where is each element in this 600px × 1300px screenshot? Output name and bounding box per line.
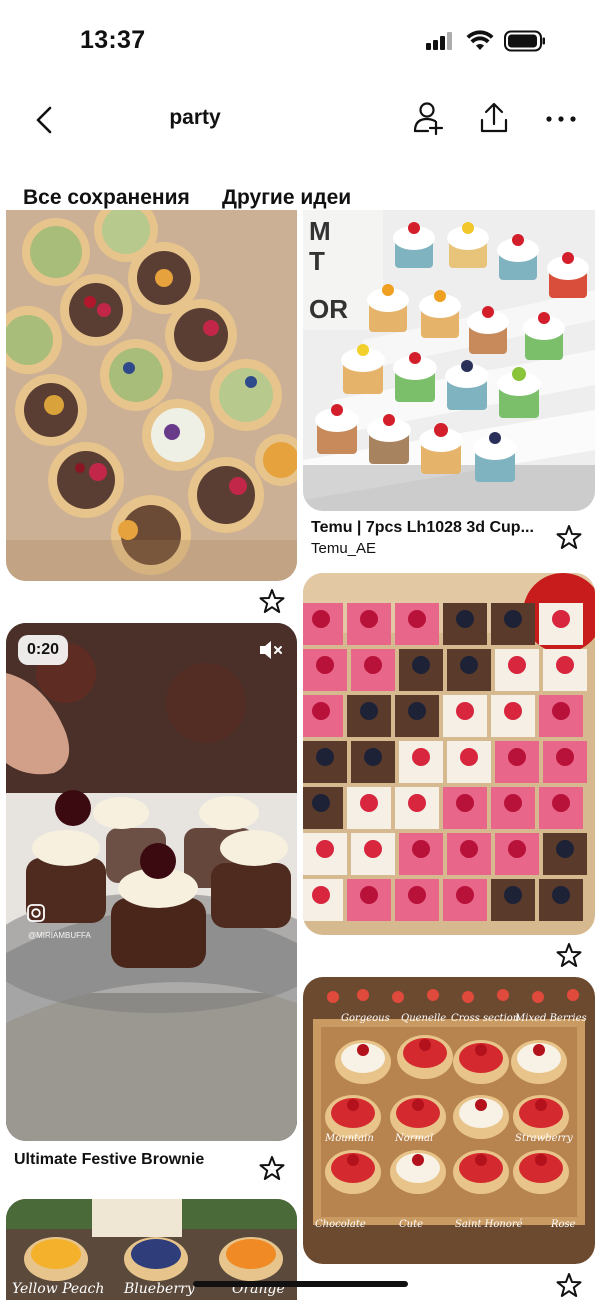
svg-text:M: M: [309, 216, 331, 246]
pin-subtitle[interactable]: Temu_AE: [311, 540, 376, 557]
star-icon[interactable]: [556, 524, 582, 550]
pin-cupcakes[interactable]: M T OR: [303, 210, 595, 511]
tart-label: Saint Honoré: [455, 1219, 523, 1230]
star-icon[interactable]: [259, 588, 285, 614]
mini-cakes-image: [303, 573, 595, 935]
status-bar: 13:37: [0, 0, 600, 80]
add-person-icon[interactable]: [412, 100, 446, 136]
page-title: party: [169, 106, 221, 129]
cellular-signal-icon: [426, 32, 456, 50]
video-duration-badge: 0:20: [18, 635, 69, 665]
pin-fruit-tarts[interactable]: Gorgeous Quenelle Cross section Mixed Be…: [303, 977, 595, 1264]
svg-text:OR: OR: [309, 294, 348, 324]
battery-icon: [504, 30, 545, 52]
wifi-icon: [466, 30, 494, 50]
tart-label: Quenelle: [401, 1013, 447, 1024]
nav-bar: party: [0, 90, 600, 150]
tartlets-image: [6, 210, 297, 581]
tart-label: Normal: [395, 1133, 434, 1144]
tab-all-saves[interactable]: Все сохранения: [23, 186, 190, 210]
star-icon[interactable]: [556, 1272, 582, 1298]
status-time: 13:37: [80, 26, 146, 54]
image-watermark: @MIRIAMBUFFA: [28, 931, 91, 940]
muted-speaker-icon[interactable]: [257, 637, 285, 663]
share-icon[interactable]: [477, 100, 511, 136]
star-icon[interactable]: [259, 1155, 285, 1181]
svg-text:T: T: [309, 246, 325, 276]
brownie-image: [6, 623, 297, 1141]
star-icon[interactable]: [556, 942, 582, 968]
more-icon[interactable]: [544, 100, 578, 136]
tart-label: Blueberry: [124, 1281, 195, 1297]
pin-title[interactable]: Ultimate Festive Brownie: [14, 1151, 204, 1169]
tab-more-ideas[interactable]: Другие идеи: [222, 186, 351, 210]
tart-label: Rose: [551, 1219, 576, 1230]
tart-label: Yellow Peach: [12, 1281, 105, 1297]
tart-label: Cute: [399, 1219, 424, 1230]
tart-label: Chocolate: [315, 1219, 366, 1230]
pin-mini-cakes[interactable]: [303, 573, 595, 935]
pin-tartlets[interactable]: [6, 210, 297, 581]
pin-title[interactable]: Temu | 7pcs Lh1028 3d Cup...: [311, 519, 543, 537]
cupcakes-image: M T OR: [303, 210, 595, 511]
pin-brownie-video[interactable]: 0:20 @MIRIAMBUFFA: [6, 623, 297, 1141]
tart-label: Mountain: [325, 1133, 374, 1144]
tart-label: Cross section: [451, 1013, 520, 1024]
tart-label: Mixed Berries: [515, 1013, 587, 1024]
tart-label: Gorgeous: [341, 1013, 390, 1024]
tart-label: Strawberry: [515, 1133, 573, 1144]
home-indicator: [193, 1281, 408, 1287]
